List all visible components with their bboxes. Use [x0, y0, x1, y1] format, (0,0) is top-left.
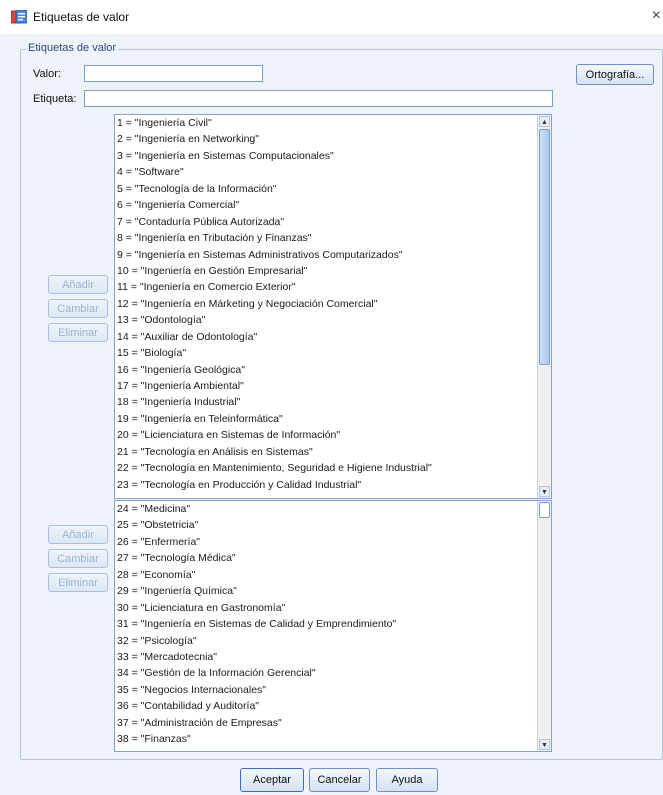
- list-item[interactable]: 8 = "Ingeniería en Tributación y Finanza…: [115, 230, 551, 246]
- list-item[interactable]: 31 = "Ingeniería en Sistemas de Calidad …: [115, 616, 551, 632]
- labels-list-b: 24 = "Medicina" 25 = "Obstetricia" 26 = "E…: [115, 501, 551, 748]
- list-item[interactable]: 27 = "Tecnología Médica": [115, 550, 551, 566]
- list-item[interactable]: 5 = "Tecnología de la Información": [115, 181, 551, 197]
- list-item[interactable]: 32 = "Psicología": [115, 633, 551, 649]
- list-item[interactable]: 11 = "Ingeniería en Comercio Exterior": [115, 279, 551, 295]
- window-title: Etiquetas de valor: [33, 10, 130, 24]
- title-bar: Etiquetas de valor ×: [0, 0, 663, 34]
- scroll-down-icon-2[interactable]: ▼: [539, 739, 550, 750]
- scroll-down-icon[interactable]: ▼: [539, 486, 550, 497]
- list-item[interactable]: 38 = "Finanzas": [115, 731, 551, 747]
- group-legend: Etiquetas de valor: [26, 42, 119, 54]
- list-item[interactable]: 2 = "Ingeniería en Networking": [115, 131, 551, 147]
- list-item[interactable]: 37 = "Administración de Empresas": [115, 715, 551, 731]
- list-item[interactable]: 30 = "Licienciatura en Gastronomía": [115, 600, 551, 616]
- list-item[interactable]: 1 = "Ingeniería Civil": [115, 115, 551, 131]
- close-icon[interactable]: ×: [652, 7, 661, 25]
- cancel-button[interactable]: Cancelar: [309, 768, 370, 792]
- list-item[interactable]: 13 = "Odontología": [115, 312, 551, 328]
- etiqueta-input[interactable]: [84, 90, 553, 107]
- list-item[interactable]: 3 = "Ingeniería en Sistemas Computaciona…: [115, 148, 551, 164]
- list-item[interactable]: 6 = "Ingeniería Comercial": [115, 197, 551, 213]
- list-scrollbar[interactable]: ▲ ▼: [537, 115, 551, 498]
- list-item[interactable]: 28 = "Economía": [115, 567, 551, 583]
- value-labels-list[interactable]: 1 = "Ingeniería Civil" 2 = "Ingeniería en…: [114, 114, 552, 499]
- valor-input[interactable]: [84, 65, 263, 82]
- list-item[interactable]: 22 = "Tecnología en Mantenimiento, Segur…: [115, 460, 551, 476]
- list-item[interactable]: 34 = "Gestión de la Información Gerencia…: [115, 665, 551, 681]
- list-item[interactable]: 33 = "Mercadotecnia": [115, 649, 551, 665]
- change-button-2[interactable]: Cambiar: [48, 549, 108, 568]
- list-item[interactable]: 17 = "Ingeniería Ambiental": [115, 378, 551, 394]
- change-button[interactable]: Cambiar: [48, 299, 108, 318]
- value-labels-icon: [11, 10, 27, 24]
- list-item[interactable]: 25 = "Obstetricia": [115, 517, 551, 533]
- list-item[interactable]: 10 = "Ingeniería en Gestión Empresarial": [115, 263, 551, 279]
- list-item[interactable]: 9 = "Ingeniería en Sistemas Administrati…: [115, 247, 551, 263]
- list-item[interactable]: 7 = "Contaduría Pública Autorizada": [115, 214, 551, 230]
- ok-button[interactable]: Aceptar: [240, 768, 304, 792]
- spelling-button[interactable]: Ortografía...: [576, 64, 654, 85]
- list-item[interactable]: 14 = "Auxiliar de Odontología": [115, 329, 551, 345]
- list-scrollbar-2[interactable]: ▼: [537, 501, 551, 751]
- list-item[interactable]: 4 = "Software": [115, 164, 551, 180]
- add-button[interactable]: Añadir: [48, 275, 108, 294]
- list-item[interactable]: 16 = "Ingeniería Geológica": [115, 362, 551, 378]
- valor-label: Valor:: [33, 68, 61, 80]
- list-item[interactable]: 35 = "Negocios Internacionales": [115, 682, 551, 698]
- list-item[interactable]: 23 = "Tecnología en Producción y Calidad…: [115, 477, 551, 493]
- list-item[interactable]: 29 = "Ingeniería Química": [115, 583, 551, 599]
- scroll-thumb-2[interactable]: [539, 502, 550, 518]
- list-item[interactable]: 20 = "Licienciatura en Sistemas de Infor…: [115, 427, 551, 443]
- scroll-thumb[interactable]: [539, 129, 550, 365]
- list-item[interactable]: 36 = "Contabilidad y Auditoría": [115, 698, 551, 714]
- list-item[interactable]: 24 = "Medicina": [115, 501, 551, 517]
- list-item[interactable]: 21 = "Tecnología en Análisis en Sistemas…: [115, 444, 551, 460]
- value-labels-list-2[interactable]: 24 = "Medicina" 25 = "Obstetricia" 26 = "E…: [114, 500, 552, 752]
- list-item[interactable]: 26 = "Enfermería": [115, 534, 551, 550]
- list-item[interactable]: 19 = "Ingeniería en Teleinformática": [115, 411, 551, 427]
- etiqueta-label: Etiqueta:: [33, 93, 77, 105]
- remove-button-2[interactable]: Eliminar: [48, 573, 108, 592]
- help-button[interactable]: Ayuda: [376, 768, 438, 792]
- add-button-2[interactable]: Añadir: [48, 525, 108, 544]
- list-item[interactable]: 15 = "Biología": [115, 345, 551, 361]
- list-item[interactable]: 12 = "Ingeniería en Márketing y Negociac…: [115, 296, 551, 312]
- scroll-up-icon[interactable]: ▲: [539, 116, 550, 127]
- list-item[interactable]: 18 = "Ingeniería Industrial": [115, 394, 551, 410]
- labels-list-a: 1 = "Ingeniería Civil" 2 = "Ingeniería en…: [115, 115, 551, 493]
- remove-button[interactable]: Eliminar: [48, 323, 108, 342]
